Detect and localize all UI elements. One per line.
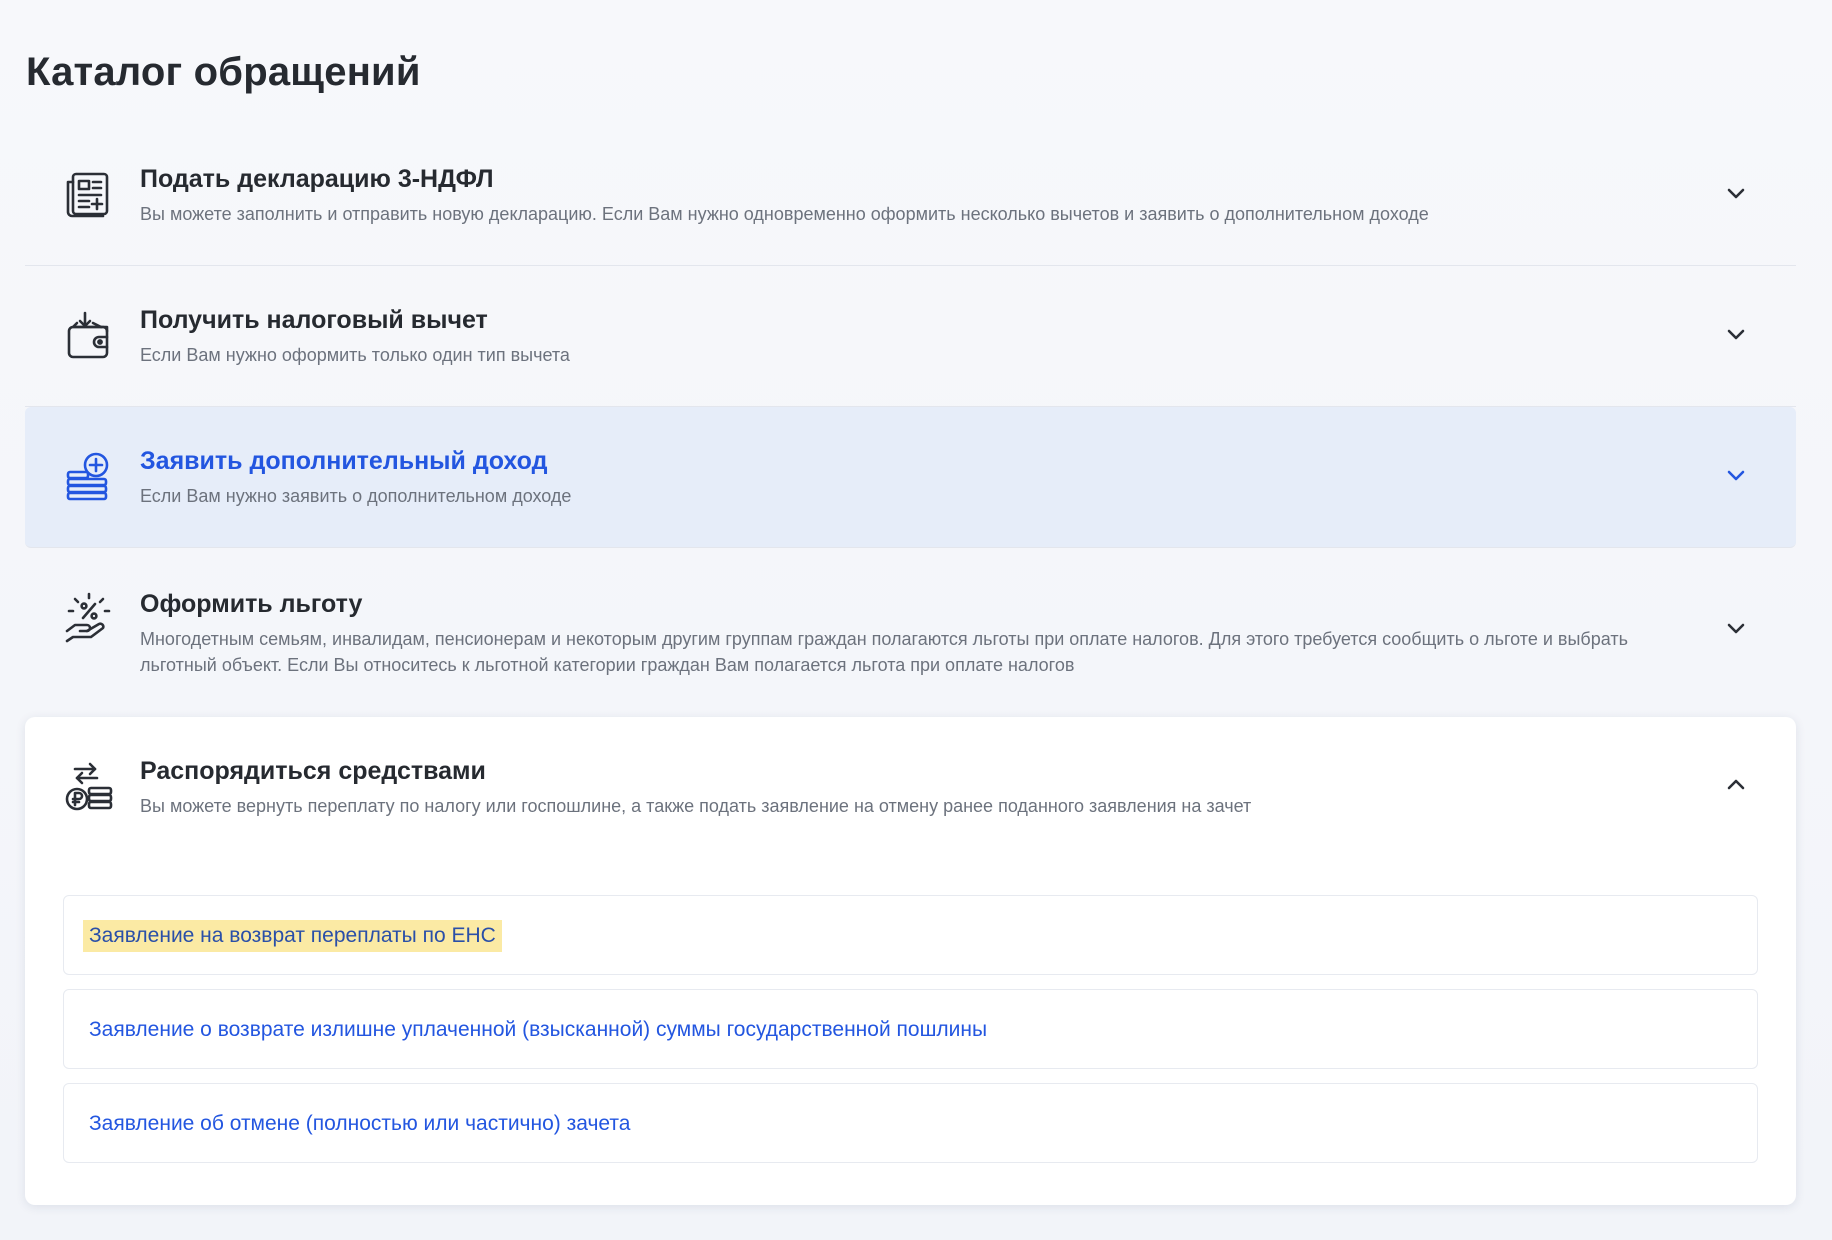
- chevron-down-icon[interactable]: [1724, 181, 1748, 205]
- hand-percent-icon: [63, 591, 117, 645]
- chevron-up-icon[interactable]: [1724, 773, 1748, 797]
- catalog-list: Подать декларацию 3-НДФЛ Вы можете запол…: [25, 125, 1796, 708]
- catalog-item-declaration[interactable]: Подать декларацию 3-НДФЛ Вы можете запол…: [25, 125, 1796, 266]
- catalog-item-description: Если Вам нужно оформить только один тип …: [140, 345, 570, 365]
- catalog-item-title: Заявить дополнительный доход: [140, 447, 548, 475]
- list-item: Заявление на возврат переплаты по ЕНС: [63, 895, 1758, 975]
- page-title: Каталог обращений: [26, 50, 421, 94]
- catalog-item-tax-deduction[interactable]: Получить налоговый вычет Если Вам нужно …: [25, 266, 1796, 407]
- catalog-item-header[interactable]: Распорядиться средствами Вы можете верну…: [25, 717, 1796, 857]
- chevron-down-icon[interactable]: [1724, 463, 1748, 487]
- catalog-item-title: Распорядиться средствами: [140, 757, 486, 785]
- page: Каталог обращений Подать декларацию 3-НД…: [0, 0, 1832, 1240]
- catalog-item-additional-income[interactable]: Заявить дополнительный доход Если Вам ну…: [25, 407, 1796, 548]
- chevron-down-icon[interactable]: [1724, 322, 1748, 346]
- application-links: Заявление на возврат переплаты по ЕНС За…: [63, 895, 1758, 1177]
- catalog-item-title: Оформить льготу: [140, 590, 363, 618]
- catalog-item-description: Вы можете вернуть переплату по налогу ил…: [140, 796, 1252, 816]
- catalog-item-manage-funds: Распорядиться средствами Вы можете верну…: [25, 717, 1796, 1205]
- list-item: Заявление о возврате излишне уплаченной …: [63, 989, 1758, 1069]
- catalog-item-benefit[interactable]: Оформить льготу Многодетным семьям, инва…: [25, 548, 1796, 708]
- catalog-item-description: Многодетным семьям, инвалидам, пенсионер…: [140, 629, 1628, 675]
- catalog-item-description: Если Вам нужно заявить о дополнительном …: [140, 486, 572, 506]
- coins-plus-icon: [63, 450, 117, 504]
- chevron-down-icon[interactable]: [1724, 616, 1748, 640]
- list-item: Заявление об отмене (полностью или части…: [63, 1083, 1758, 1163]
- link-offset-cancel[interactable]: Заявление об отмене (полностью или части…: [83, 1108, 636, 1140]
- link-state-duty-refund[interactable]: Заявление о возврате излишне уплаченной …: [83, 1014, 993, 1046]
- money-exchange-icon: [63, 761, 117, 815]
- link-ens-refund[interactable]: Заявление на возврат переплаты по ЕНС: [83, 920, 502, 952]
- catalog-item-title: Подать декларацию 3-НДФЛ: [140, 165, 494, 193]
- wallet-download-icon: [63, 309, 117, 363]
- catalog-item-description: Вы можете заполнить и отправить новую де…: [140, 204, 1429, 224]
- catalog-item-title: Получить налоговый вычет: [140, 306, 488, 334]
- declaration-document-icon: [63, 168, 117, 222]
